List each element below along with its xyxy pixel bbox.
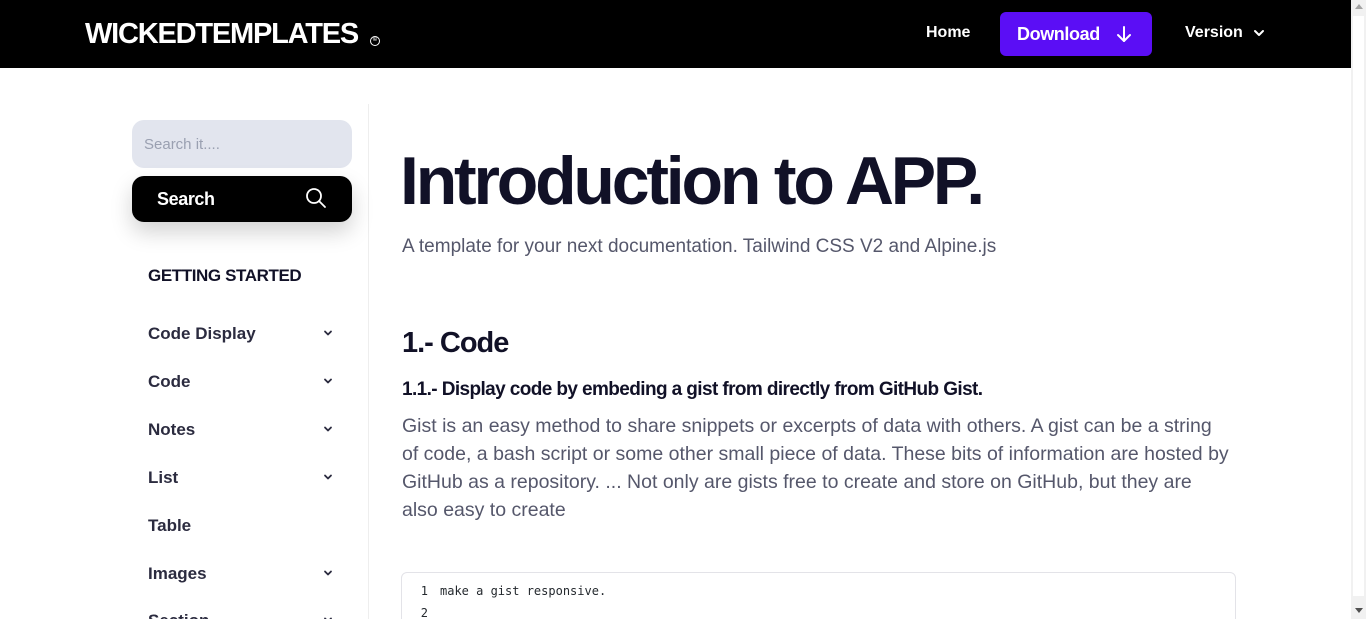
- brand-logo[interactable]: WICKEDTEMPLATES: [85, 17, 359, 51]
- scrollbar-thumb[interactable]: [1353, 16, 1364, 596]
- sidebar-item-label: Code: [148, 372, 191, 391]
- top-navbar: WICKEDTEMPLATES © Home Download Version: [0, 0, 1351, 68]
- download-button[interactable]: Download: [1000, 12, 1152, 56]
- page-title: Introduction to APP.: [400, 143, 985, 219]
- sidebar-item-label: Notes: [148, 420, 196, 439]
- sidebar-item-notes[interactable]: Notes: [148, 419, 338, 441]
- arrow-down-icon: [1117, 26, 1131, 42]
- copyright-icon: ©: [370, 36, 380, 46]
- sidebar-item-label: Images: [148, 564, 207, 583]
- code-line: 1 make a gist responsive.: [402, 584, 606, 602]
- download-button-label: Download: [1017, 23, 1100, 44]
- code-text: make a gist responsive.: [440, 584, 607, 598]
- chevron-down-icon: [324, 426, 332, 432]
- scroll-down-arrow-icon[interactable]: [1355, 608, 1363, 613]
- sidebar-item-images[interactable]: Images: [148, 563, 338, 585]
- scroll-up-arrow-icon[interactable]: [1355, 4, 1363, 9]
- sidebar-heading: GETTING STARTED: [148, 266, 302, 285]
- subsection-heading: 1.1.- Display code by embeding a gist fr…: [402, 379, 983, 400]
- section-paragraph: Gist is an easy method to share snippets…: [402, 415, 1229, 521]
- line-number: 1: [420, 584, 428, 598]
- chevron-down-icon: [324, 617, 332, 619]
- sidebar-item-label: Section: [148, 611, 209, 619]
- sidebar-item-code-display[interactable]: Code Display: [148, 323, 338, 345]
- version-dropdown-label: Version: [1185, 24, 1243, 41]
- search-input[interactable]: [132, 120, 352, 168]
- sidebar-item-list[interactable]: List: [148, 467, 338, 489]
- sidebar-divider: [368, 104, 369, 619]
- code-gist-block: 1 make a gist responsive. 2: [401, 572, 1236, 619]
- sidebar-item-label: List: [148, 468, 179, 487]
- sidebar-item-section[interactable]: Section: [148, 610, 338, 619]
- page-subtitle: A template for your next documentation. …: [402, 236, 997, 257]
- nav-home-link[interactable]: Home: [926, 23, 970, 43]
- chevron-down-icon: [324, 474, 332, 480]
- chevron-down-icon: [324, 378, 332, 384]
- code-line: 2: [402, 606, 440, 619]
- chevron-down-icon: [324, 570, 332, 576]
- sidebar-item-code[interactable]: Code: [148, 371, 338, 393]
- section-heading: 1.- Code: [402, 327, 509, 359]
- version-dropdown[interactable]: Version: [1185, 23, 1265, 43]
- chevron-down-icon: [324, 330, 332, 336]
- sidebar-item-label: Table: [148, 516, 192, 535]
- line-number: 2: [420, 606, 428, 619]
- search-button-label: Search: [157, 189, 215, 209]
- chevron-down-icon: [1253, 30, 1264, 36]
- sidebar-item-table[interactable]: Table: [148, 515, 338, 537]
- page-scrollbar[interactable]: [1351, 0, 1366, 619]
- sidebar-item-label: Code Display: [148, 324, 256, 343]
- search-button[interactable]: Search: [132, 176, 352, 222]
- search-icon: [306, 188, 326, 208]
